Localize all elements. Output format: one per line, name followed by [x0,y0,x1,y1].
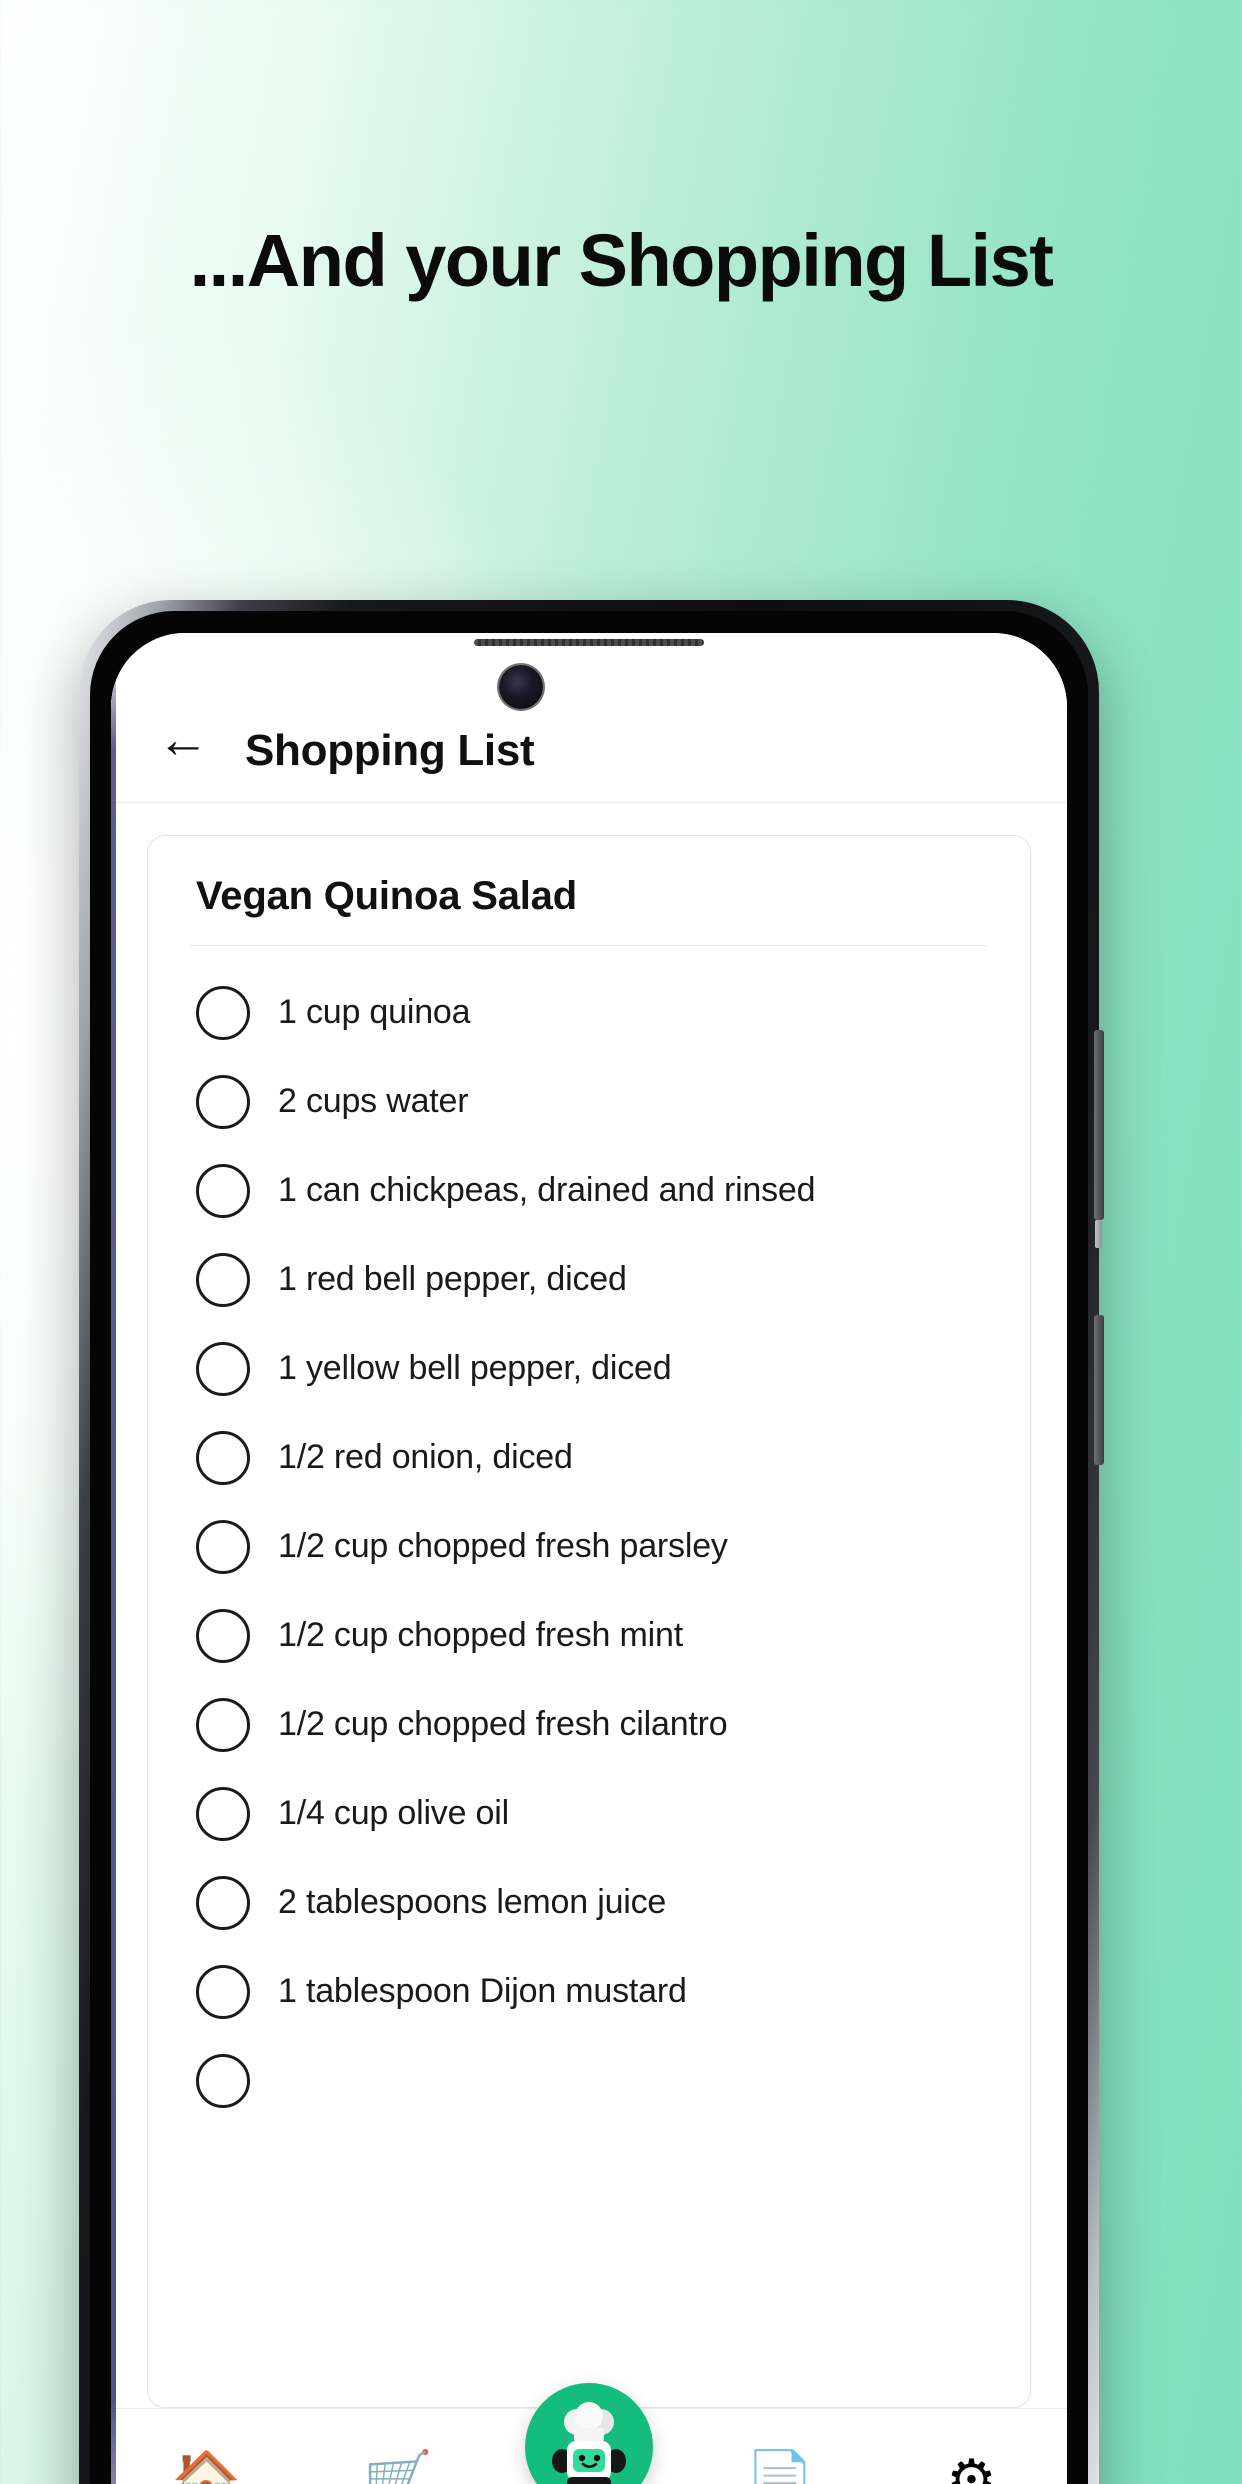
bottom-navigation: 🏠 🛒 📄 ⚙ [111,2383,1067,2484]
content-area: Vegan Quinoa Salad 1 cup quinoa 2 cups wa… [111,803,1067,2408]
nav-item-settings[interactable]: ⚙ [876,2409,1067,2484]
ingredient-label: 2 cups water [278,1082,469,1120]
ingredient-checkbox[interactable] [196,1697,250,1752]
ingredient-row[interactable]: 2 tablespoons lemon juice [148,1858,1030,1947]
ingredient-row[interactable]: 2 cups water [148,1057,1030,1146]
ingredient-row[interactable]: 1 tablespoon Dijon mustard [148,1947,1030,2036]
ingredient-row[interactable]: 1/4 cup olive oil [148,1769,1030,1858]
ingredient-checkbox[interactable] [196,1252,250,1307]
ingredient-row[interactable]: 1 can chickpeas, drained and rinsed [148,1146,1030,1235]
ingredient-label: 1 tablespoon Dijon mustard [278,1972,687,2010]
ingredient-row[interactable] [148,2036,1030,2125]
gear-icon: ⚙ [946,2447,997,2484]
ingredient-row[interactable]: 1/2 cup chopped fresh parsley [148,1502,1030,1591]
ingredient-row[interactable]: 1 cup quinoa [148,968,1030,1057]
ingredient-label: 1/2 cup chopped fresh parsley [278,1527,728,1565]
power-button[interactable] [1094,1315,1104,1465]
ingredient-checkbox[interactable] [196,1074,250,1129]
ingredient-checkbox[interactable] [196,1341,250,1396]
phone-bezel: ← Shopping List Vegan Quinoa Salad 1 cup… [90,611,1088,2484]
app-bar: ← Shopping List [111,633,1067,803]
nav-item-shopping-cart[interactable]: 🛒 [302,2409,493,2484]
ingredient-label: 1 red bell pepper, diced [278,1260,627,1298]
phone-mockup: ← Shopping List Vegan Quinoa Salad 1 cup… [79,600,1104,2484]
chef-bot-icon [552,2402,626,2484]
ingredient-label: 1 yellow bell pepper, diced [278,1349,672,1387]
volume-button[interactable] [1094,1030,1104,1220]
ingredient-row[interactable]: 1 red bell pepper, diced [148,1235,1030,1324]
ingredient-row[interactable]: 1/2 red onion, diced [148,1413,1030,1502]
home-icon: 🏠 [171,2447,242,2484]
back-button[interactable]: ← [147,704,219,776]
ingredient-label: 2 tablespoons lemon juice [278,1883,667,1921]
app-bar-title: Shopping List [245,726,535,775]
ingredient-checkbox[interactable] [196,1608,250,1663]
shopping-list-card: Vegan Quinoa Salad 1 cup quinoa 2 cups wa… [147,835,1031,2408]
ingredient-row[interactable]: 1/2 cup chopped fresh mint [148,1591,1030,1680]
ingredient-label: 1/2 cup chopped fresh mint [278,1616,683,1654]
chef-bot-button[interactable] [525,2383,653,2484]
ingredient-checkbox[interactable] [196,1964,250,2019]
recipe-title: Vegan Quinoa Salad [196,874,577,918]
page-title: ...And your Shopping List [189,219,1054,302]
ingredient-checkbox[interactable] [196,2053,250,2108]
side-accent-nub [1095,1220,1102,1248]
ingredient-checkbox[interactable] [196,985,250,1040]
front-camera [499,665,543,709]
ingredient-checkbox[interactable] [196,1163,250,1218]
ingredient-checkbox[interactable] [196,1786,250,1841]
ingredient-label: 1/4 cup olive oil [278,1794,509,1832]
ingredient-label: 1 can chickpeas, drained and rinsed [278,1171,816,1209]
ingredient-row[interactable]: 1/2 cup chopped fresh cilantro [148,1680,1030,1769]
ingredient-checkbox[interactable] [196,1519,250,1574]
ingredient-checkbox[interactable] [196,1875,250,1930]
phone-screen: ← Shopping List Vegan Quinoa Salad 1 cup… [111,633,1067,2484]
note-icon: 📄 [745,2447,816,2484]
ingredient-label: 1/2 red onion, diced [278,1438,573,1476]
nav-item-home[interactable]: 🏠 [111,2409,302,2484]
ingredient-list: 1 cup quinoa 2 cups water 1 can chickpeas,… [148,946,1030,2125]
ingredient-label: 1 cup quinoa [278,993,471,1031]
ingredient-label: 1/2 cup chopped fresh cilantro [278,1705,728,1743]
app-window: ← Shopping List Vegan Quinoa Salad 1 cup… [111,633,1067,2484]
ingredient-checkbox[interactable] [196,1430,250,1485]
earpiece-speaker [474,639,704,646]
screen-edge-glow [111,633,116,2484]
shopping-cart-icon: 🛒 [362,2447,433,2484]
ingredient-row[interactable]: 1 yellow bell pepper, diced [148,1324,1030,1413]
nav-item-recipes[interactable]: 📄 [685,2409,876,2484]
